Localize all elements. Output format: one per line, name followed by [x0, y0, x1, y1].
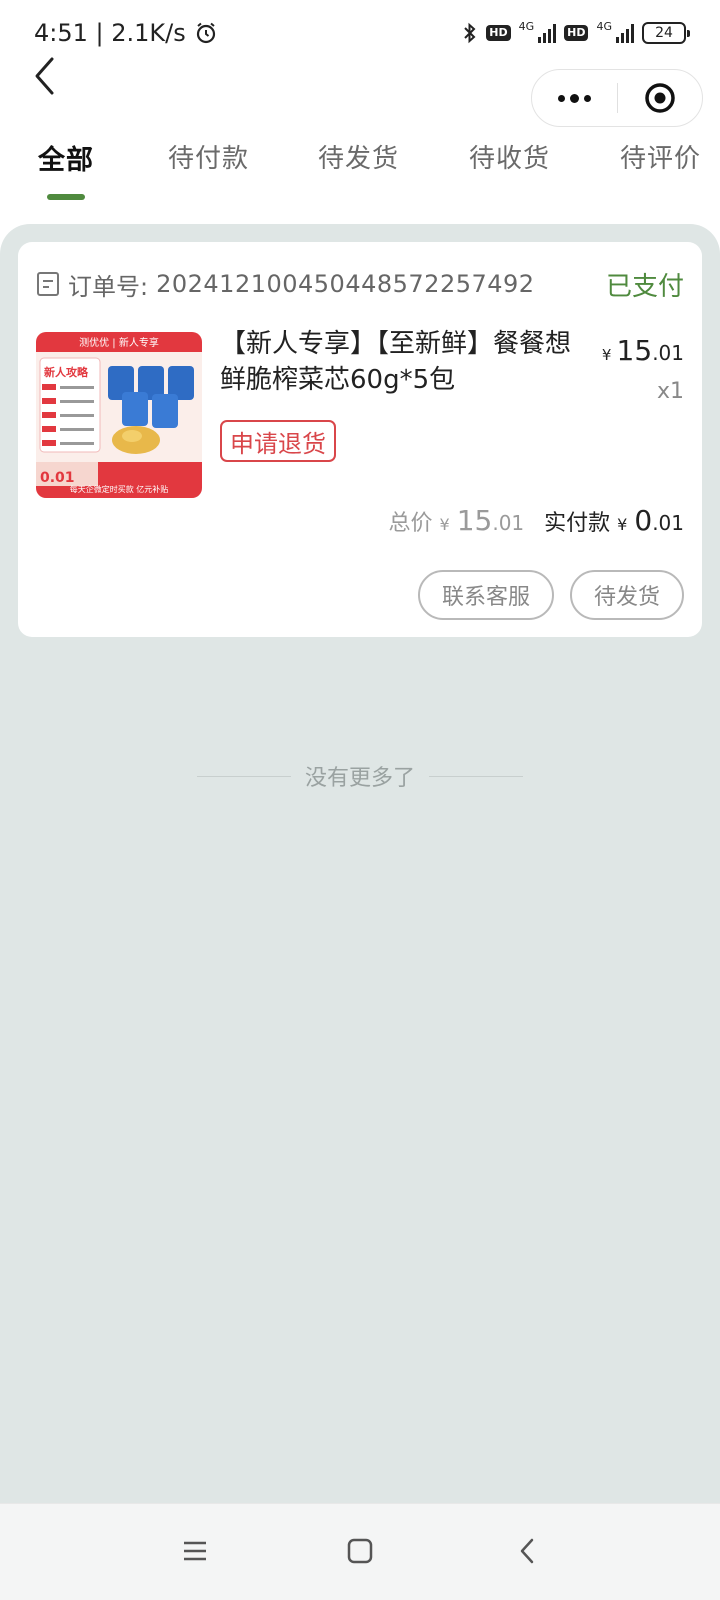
document-icon: [37, 272, 59, 296]
net-label-1: 4G: [518, 20, 535, 33]
close-miniprogram-button[interactable]: [618, 70, 702, 126]
home-button[interactable]: [335, 1526, 385, 1576]
signal-icon-1: [538, 23, 557, 43]
unit-price: ¥ 15.01: [602, 334, 684, 367]
status-right: HD 4G HD 4G 24: [462, 20, 690, 45]
net-label-2: 4G: [596, 20, 612, 33]
status-bar: 4:51 | 2.1K/s HD 4G HD 4G 24: [0, 0, 720, 66]
order-actions: 联系客服 待发货: [417, 570, 684, 620]
system-nav-bar: [0, 1503, 720, 1600]
paid-amount: 实付款 ¥ 0.01: [544, 504, 684, 537]
menu-icon: [184, 1541, 206, 1561]
bluetooth-icon: [464, 22, 476, 44]
tab-pending-review[interactable]: 待评价: [620, 138, 701, 175]
image-footer-text: 每天企微定时买款 亿元补贴: [70, 484, 169, 494]
active-tab-indicator: [47, 194, 85, 200]
more-dot-icon: [584, 94, 591, 102]
order-number: 20241210045044857225749​2: [156, 270, 535, 298]
more-dot-icon: [570, 93, 579, 103]
more-button[interactable]: [532, 70, 617, 126]
paid-label: 实付款: [544, 511, 611, 536]
chevron-left-icon: [520, 1538, 534, 1564]
battery-level: 24: [655, 25, 673, 41]
contact-service-button[interactable]: 联系客服: [417, 570, 554, 620]
order-status: 已支付: [605, 271, 684, 302]
alarm-icon: [196, 22, 215, 44]
total-currency: ¥: [439, 515, 450, 534]
product-title[interactable]: 【新人专享】【至新鲜】餐餐想鲜脆榨菜芯60g*5包: [220, 326, 590, 398]
order-tabs: 全部 待付款 待发货 待收货 待评价: [0, 138, 720, 208]
more-dot-icon: [558, 94, 565, 102]
status-time: 4:51: [34, 19, 88, 47]
tab-pending-shipment[interactable]: 待发货: [318, 138, 399, 175]
order-number-group: 订单号: 20241210045044857225749​2: [36, 267, 535, 302]
total-label: 总价: [388, 511, 433, 536]
quantity: x1: [656, 379, 684, 404]
paid-integer: 0: [634, 504, 653, 537]
hd-badge-2: HD: [564, 25, 589, 41]
price-integer: 15: [616, 334, 653, 367]
order-totals: 总价 ¥ 15.01 实付款 ¥ 0.01: [389, 504, 685, 537]
signal-icon-2: [616, 23, 634, 43]
divider-line: [196, 775, 291, 777]
order-number-label: 订单号:: [68, 272, 149, 301]
system-back-button[interactable]: [502, 1526, 552, 1576]
battery-icon: 24: [642, 22, 690, 44]
divider-line: [429, 775, 523, 777]
status-left: 4:51 | 2.1K/s: [34, 19, 218, 47]
paid-decimal: .01: [652, 511, 684, 535]
back-button[interactable]: [28, 54, 60, 98]
status-speed: 2.1K/s: [111, 19, 186, 47]
price-decimal: .01: [652, 341, 684, 365]
order-card[interactable]: 订单号: 20241210045044857225749​2 已支付 测优优 |…: [18, 242, 702, 637]
order-header: 订单号: 20241210045044857225749​2 已支付: [36, 264, 684, 304]
status-sep: |: [87, 19, 112, 47]
tab-all[interactable]: 全部: [38, 138, 94, 177]
pending-shipment-button[interactable]: 待发货: [569, 570, 684, 620]
product-image[interactable]: 测优优 | 新人专享 新人攻略 0.01 每天企微定时买款 亿元补贴: [36, 332, 202, 498]
no-more-text: 没有更多了: [304, 766, 415, 791]
total-price: 总价 ¥ 15.01: [389, 504, 525, 537]
hd-badge-1: HD: [486, 25, 511, 41]
recent-apps-button[interactable]: [170, 1526, 220, 1576]
paid-currency: ¥: [617, 515, 628, 534]
order-list: 订单号: 20241210045044857225749​2 已支付 测优优 |…: [0, 224, 720, 1504]
price-box: ¥ 15.01 x1: [602, 334, 684, 404]
chevron-left-icon: [35, 57, 54, 95]
no-more-indicator: 没有更多了: [0, 760, 720, 792]
miniprogram-capsule: [531, 69, 703, 127]
image-title-text: 新人攻略: [44, 365, 89, 379]
request-return-button[interactable]: 申请退货: [220, 420, 336, 462]
image-banner-text: 测优优 | 新人专享: [79, 336, 159, 349]
total-integer: 15: [456, 504, 493, 537]
product-thumbnail: 测优优 | 新人专享 新人攻略 0.01 每天企微定时买款 亿元补贴: [36, 332, 202, 498]
price-currency: ¥: [601, 346, 612, 364]
target-icon: [645, 83, 675, 113]
tab-pending-receipt[interactable]: 待收货: [469, 138, 550, 175]
image-price-text: 0.01: [40, 470, 75, 486]
total-decimal: .01: [492, 511, 525, 535]
tab-pending-payment[interactable]: 待付款: [168, 138, 249, 175]
square-icon: [347, 1538, 373, 1564]
